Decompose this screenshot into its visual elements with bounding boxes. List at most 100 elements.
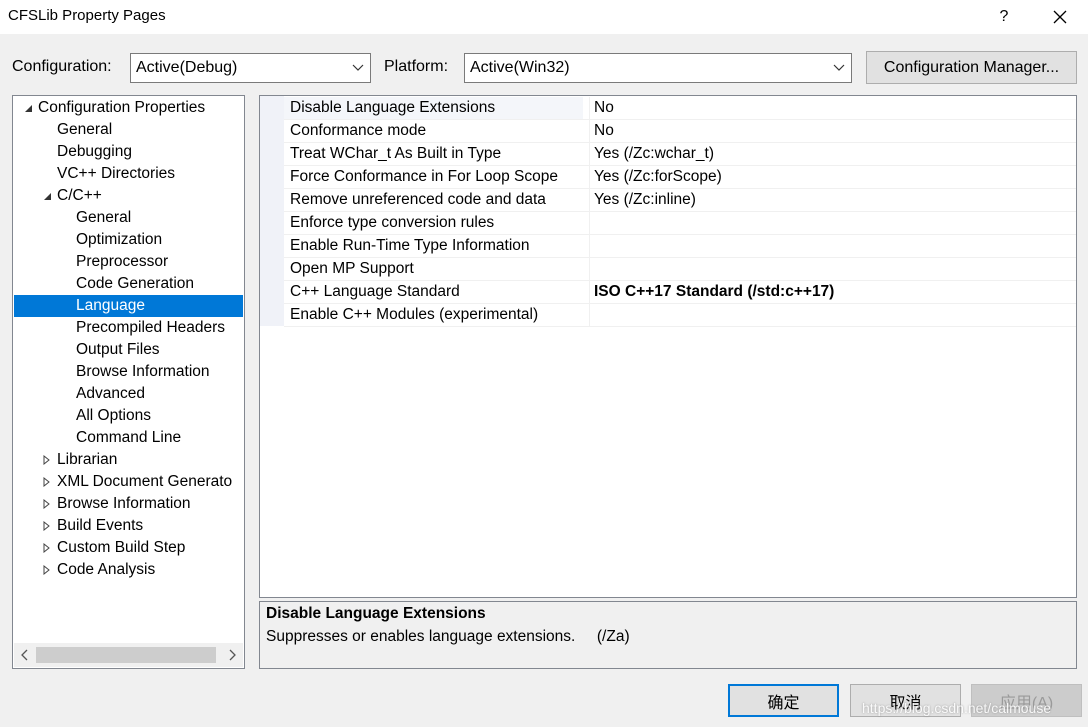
column-separator xyxy=(589,189,590,211)
tree-item[interactable]: C/C++ xyxy=(14,185,243,207)
tree-item[interactable]: Debugging xyxy=(14,141,243,163)
property-name: Enable C++ Modules (experimental) xyxy=(290,306,539,323)
tree-item[interactable]: Browse Information xyxy=(14,361,243,383)
tree-item[interactable]: Optimization xyxy=(14,229,243,251)
tree-item-label: Language xyxy=(76,297,145,314)
tree-item[interactable]: Configuration Properties xyxy=(14,97,243,119)
title-bar: CFSLib Property Pages ? xyxy=(0,0,1088,34)
property-name: C++ Language Standard xyxy=(290,283,460,300)
property-name: Force Conformance in For Loop Scope xyxy=(290,168,558,185)
tree-item[interactable]: General xyxy=(14,119,243,141)
scroll-thumb[interactable] xyxy=(36,647,216,663)
collapsed-arrow-icon[interactable] xyxy=(41,515,53,537)
property-value[interactable]: Yes (/Zc:forScope) xyxy=(594,166,722,188)
column-separator xyxy=(589,97,590,119)
property-row[interactable]: C++ Language Standard ISO C++17 Standard … xyxy=(284,281,1076,304)
column-separator xyxy=(589,235,590,257)
column-separator xyxy=(589,281,590,303)
tree-item-label: Browse Information xyxy=(57,495,191,512)
close-button[interactable] xyxy=(1040,3,1080,31)
tree-item[interactable]: Browse Information xyxy=(14,493,243,515)
property-row[interactable]: Enforce type conversion rules xyxy=(284,212,1076,235)
platform-dropdown[interactable]: Active(Win32) xyxy=(464,53,852,83)
tree-item-label: Code Generation xyxy=(76,275,195,292)
collapsed-arrow-icon[interactable] xyxy=(41,449,53,471)
tree-item-label: Build Events xyxy=(57,517,144,534)
property-value[interactable]: Yes (/Zc:inline) xyxy=(594,189,696,211)
description-body: Suppresses or enables language extension… xyxy=(266,628,630,645)
tree-item-label: Preprocessor xyxy=(76,253,169,270)
configuration-dropdown[interactable]: Active(Debug) xyxy=(130,53,371,83)
property-name: Enforce type conversion rules xyxy=(290,214,495,231)
tree-item[interactable]: Librarian xyxy=(14,449,243,471)
tree-item-label: Custom Build Step xyxy=(57,539,186,556)
tree-horizontal-scrollbar[interactable] xyxy=(14,643,243,667)
property-value[interactable]: No xyxy=(594,97,614,119)
property-row[interactable]: Treat WChar_t As Built in Type Yes (/Zc:w… xyxy=(284,143,1076,166)
property-row[interactable]: Conformance mode No xyxy=(284,120,1076,143)
tree-item[interactable]: XML Document Generato xyxy=(14,471,243,493)
property-row[interactable]: Disable Language Extensions No xyxy=(284,97,1076,120)
column-separator xyxy=(589,120,590,142)
tree-item-label: Precompiled Headers xyxy=(76,319,226,336)
tree-item[interactable]: Precompiled Headers xyxy=(14,317,243,339)
property-name: Remove unreferenced code and data xyxy=(290,191,546,208)
description-panel: Disable Language Extensions Suppresses o… xyxy=(259,601,1077,669)
configuration-label: Configuration: xyxy=(12,58,112,75)
property-value[interactable]: Yes (/Zc:wchar_t) xyxy=(594,143,714,165)
property-row[interactable]: Open MP Support xyxy=(284,258,1076,281)
platform-value: Active(Win32) xyxy=(470,59,570,76)
property-row[interactable]: Force Conformance in For Loop Scope Yes (… xyxy=(284,166,1076,189)
tree-item[interactable]: Command Line xyxy=(14,427,243,449)
category-tree[interactable]: Configuration Properties General Debugging… xyxy=(12,95,245,669)
tree-item-label: Output Files xyxy=(76,341,160,358)
tree-item[interactable]: Output Files xyxy=(14,339,243,361)
scroll-right-icon[interactable] xyxy=(225,646,239,664)
ok-button[interactable]: 确定 xyxy=(728,684,839,717)
column-separator xyxy=(589,212,590,234)
column-separator xyxy=(589,143,590,165)
tree-item-label: Optimization xyxy=(76,231,163,248)
tree-item[interactable]: Code Analysis xyxy=(14,559,243,581)
property-row[interactable]: Remove unreferenced code and data Yes (/Z… xyxy=(284,189,1076,212)
tree-item[interactable]: Code Generation xyxy=(14,273,243,295)
tree-item-label: All Options xyxy=(76,407,151,424)
tree-item[interactable]: All Options xyxy=(14,405,243,427)
property-value[interactable]: No xyxy=(594,120,614,142)
expanded-arrow-icon[interactable] xyxy=(41,185,53,207)
property-value[interactable]: ISO C++17 Standard (/std:c++17) xyxy=(594,281,834,303)
property-name: Treat WChar_t As Built in Type xyxy=(290,145,502,162)
column-separator xyxy=(589,258,590,280)
tree-item[interactable]: VC++ Directories xyxy=(14,163,243,185)
tree-item-label: XML Document Generato xyxy=(57,473,233,490)
tree-item[interactable]: General xyxy=(14,207,243,229)
description-title: Disable Language Extensions xyxy=(266,605,486,622)
chevron-down-icon xyxy=(346,54,370,82)
collapsed-arrow-icon[interactable] xyxy=(41,537,53,559)
configuration-manager-button[interactable]: Configuration Manager... xyxy=(866,51,1077,84)
help-button[interactable]: ? xyxy=(988,3,1020,31)
configuration-value: Active(Debug) xyxy=(136,59,238,76)
property-row[interactable]: Enable Run-Time Type Information xyxy=(284,235,1076,258)
column-separator xyxy=(589,304,590,326)
tree-item[interactable]: Build Events xyxy=(14,515,243,537)
tree-item-label: C/C++ xyxy=(57,187,102,204)
property-row[interactable]: Enable C++ Modules (experimental) xyxy=(284,304,1076,327)
tree-item[interactable]: Custom Build Step xyxy=(14,537,243,559)
tree-item-label: Debugging xyxy=(57,143,132,160)
collapsed-arrow-icon[interactable] xyxy=(41,493,53,515)
property-grid[interactable]: Disable Language Extensions No Conformance… xyxy=(259,95,1077,598)
tree-item-label: General xyxy=(57,121,113,138)
tree-item-label: Advanced xyxy=(76,385,145,402)
tree-item-label: Browse Information xyxy=(76,363,210,380)
tree-item[interactable]: Preprocessor xyxy=(14,251,243,273)
tree-item[interactable]: Advanced xyxy=(14,383,243,405)
collapsed-arrow-icon[interactable] xyxy=(41,471,53,493)
property-name: Disable Language Extensions xyxy=(284,97,583,119)
chevron-down-icon xyxy=(827,54,851,82)
tree-item-label: Command Line xyxy=(76,429,182,446)
scroll-left-icon[interactable] xyxy=(18,646,32,664)
expanded-arrow-icon[interactable] xyxy=(22,97,34,119)
tree-item[interactable]: Language xyxy=(14,295,243,317)
collapsed-arrow-icon[interactable] xyxy=(41,559,53,581)
